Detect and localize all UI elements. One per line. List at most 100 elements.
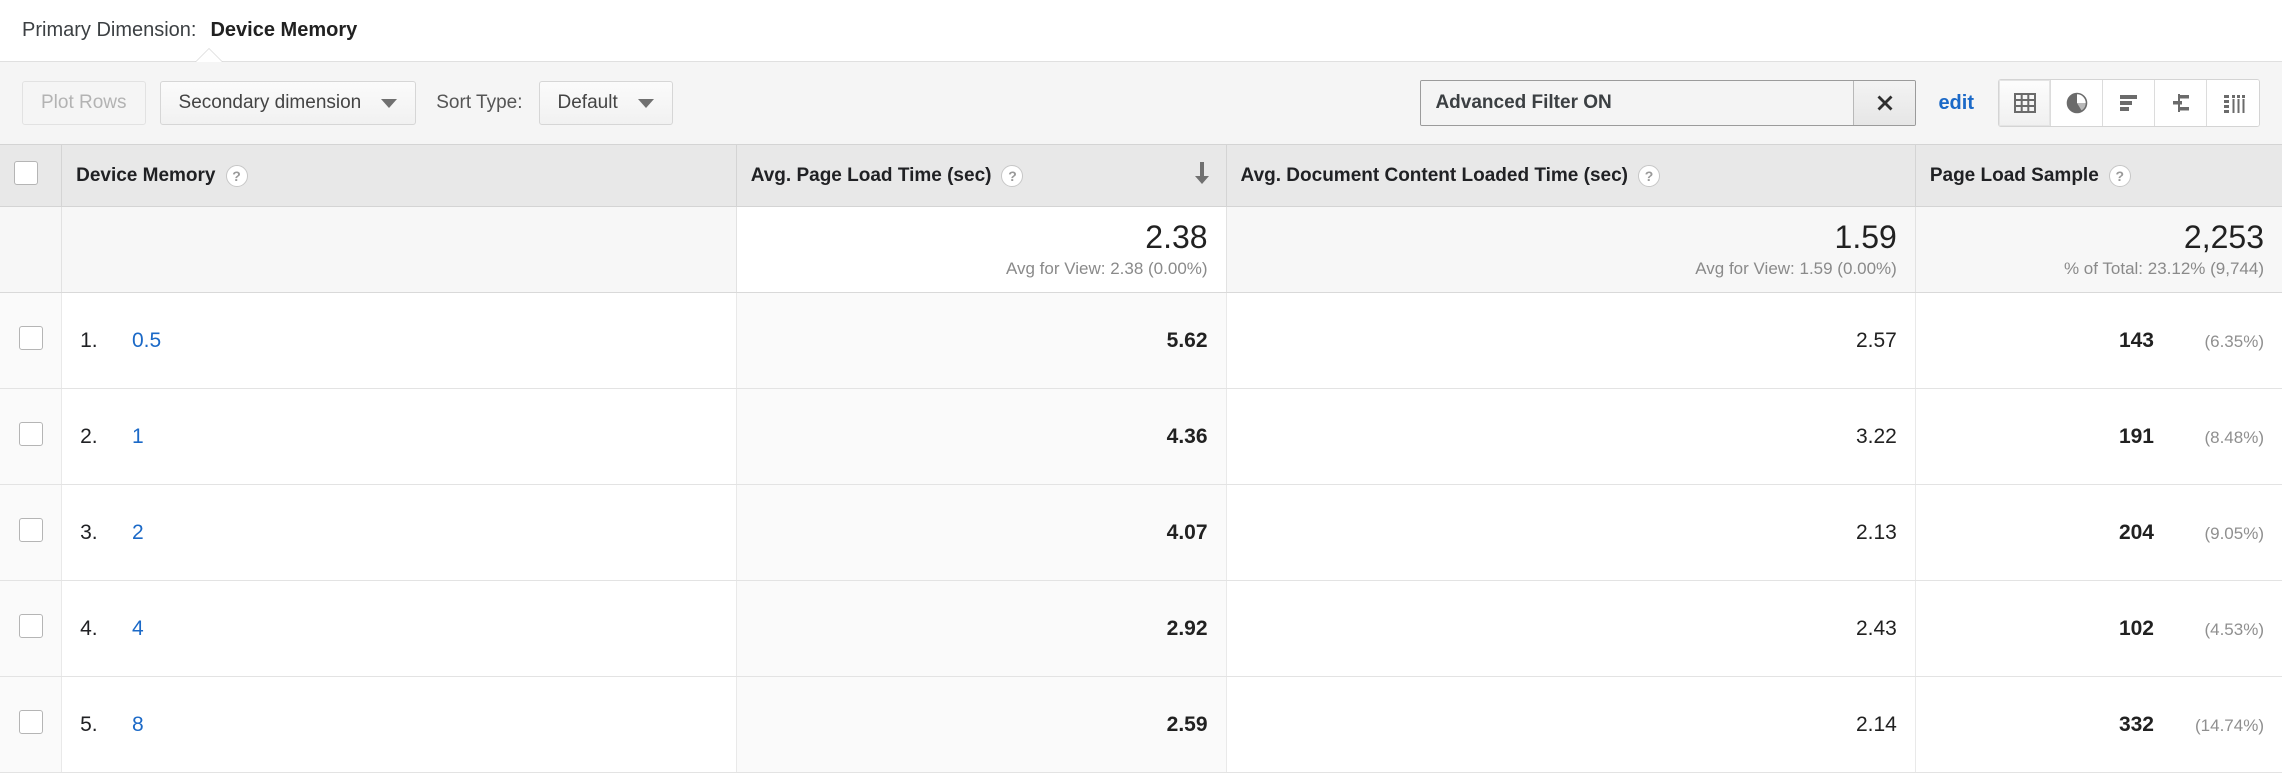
row-metric3-value: 191 [2119, 425, 2154, 449]
select-all-header [0, 145, 62, 207]
table-row[interactable]: 3. 2 4.07 2.13 204 (9.05%) [0, 485, 2282, 581]
select-all-checkbox[interactable] [14, 161, 38, 185]
row-rank: 2. [80, 425, 126, 449]
pie-chart-view-icon [2063, 89, 2091, 117]
row-checkbox[interactable] [19, 710, 43, 734]
primary-dimension-value[interactable]: Device Memory [210, 19, 357, 42]
sort-type-dropdown[interactable]: Default [539, 81, 673, 125]
row-dimension-cell: 1. 0.5 [62, 293, 737, 389]
summary-cell-metric1: 2.38 Avg for View: 2.38 (0.00%) [736, 207, 1226, 293]
row-metric1-cell: 4.36 [736, 389, 1226, 485]
row-metric2-cell: 2.43 [1226, 581, 1915, 677]
report-toolbar: Plot Rows Secondary dimension Sort Type:… [0, 62, 2282, 144]
pie-chart-view-button[interactable] [2051, 80, 2103, 126]
row-checkbox-cell [0, 485, 62, 581]
row-dimension-link[interactable]: 8 [132, 713, 144, 736]
row-metric3-cell: 332 (14.74%) [1915, 677, 2282, 773]
table-view-button[interactable] [1999, 80, 2051, 126]
summary-metric1-subtext: Avg for View: 2.38 (0.00%) [755, 259, 1208, 279]
row-checkbox-cell [0, 389, 62, 485]
sort-type-label: Sort Type: [436, 92, 522, 114]
row-dimension-cell: 2. 1 [62, 389, 737, 485]
summary-cell-dimension [62, 207, 737, 293]
table-row[interactable]: 2. 1 4.36 3.22 191 (8.48%) [0, 389, 2282, 485]
row-dimension-link[interactable]: 2 [132, 521, 144, 544]
row-dimension-cell: 3. 2 [62, 485, 737, 581]
row-metric2-cell: 2.14 [1226, 677, 1915, 773]
row-checkbox[interactable] [19, 326, 43, 350]
row-metric1-cell: 5.62 [736, 293, 1226, 389]
row-rank: 1. [80, 329, 126, 353]
row-metric3-cell: 204 (9.05%) [1915, 485, 2282, 581]
row-checkbox-cell [0, 581, 62, 677]
row-dimension-link[interactable]: 4 [132, 617, 144, 640]
clear-filter-button[interactable] [1853, 81, 1915, 125]
table-header-row: Device Memory ? Avg. Page Load Time (sec… [0, 145, 2282, 207]
summary-metric1-value: 2.38 [755, 220, 1208, 255]
help-icon[interactable]: ? [226, 165, 248, 187]
row-metric1-cell: 4.07 [736, 485, 1226, 581]
primary-dimension-label: Primary Dimension: [22, 19, 196, 42]
pivot-view-button[interactable] [2207, 80, 2259, 126]
column-header-dimension-label: Device Memory [76, 165, 215, 187]
table-row[interactable]: 4. 4 2.92 2.43 102 (4.53%) [0, 581, 2282, 677]
table-body: 2.38 Avg for View: 2.38 (0.00%) 1.59 Avg… [0, 207, 2282, 773]
primary-dimension-caret-icon [196, 49, 222, 62]
row-checkbox[interactable] [19, 518, 43, 542]
row-checkbox[interactable] [19, 422, 43, 446]
performance-view-icon [2115, 89, 2143, 117]
row-metric2-cell: 3.22 [1226, 389, 1915, 485]
plot-rows-label: Plot Rows [41, 92, 127, 114]
pivot-view-icon [2219, 89, 2247, 117]
row-metric3-value: 143 [2119, 329, 2154, 353]
summary-metric2-value: 1.59 [1245, 220, 1897, 255]
row-rank: 5. [80, 713, 126, 737]
row-checkbox-cell [0, 677, 62, 773]
row-metric3-percent: (6.35%) [2172, 332, 2264, 352]
row-checkbox[interactable] [19, 614, 43, 638]
row-dimension-link[interactable]: 1 [132, 425, 144, 448]
chevron-down-icon [638, 99, 654, 108]
row-metric1-cell: 2.59 [736, 677, 1226, 773]
column-header-metric2-label: Avg. Document Content Loaded Time (sec) [1241, 165, 1628, 187]
row-metric3-value: 102 [2119, 617, 2154, 641]
help-icon[interactable]: ? [1001, 165, 1023, 187]
column-header-metric2[interactable]: Avg. Document Content Loaded Time (sec) … [1226, 145, 1915, 207]
performance-view-button[interactable] [2103, 80, 2155, 126]
summary-metric3-subtext: % of Total: 23.12% (9,744) [1934, 259, 2264, 279]
table-row[interactable]: 5. 8 2.59 2.14 332 (14.74%) [0, 677, 2282, 773]
row-metric3-value: 332 [2119, 713, 2154, 737]
advanced-filter-box [1420, 80, 1916, 126]
row-metric3-percent: (8.48%) [2172, 428, 2264, 448]
column-header-metric1[interactable]: Avg. Page Load Time (sec) ? [736, 145, 1226, 207]
row-metric3-percent: (4.53%) [2172, 620, 2264, 640]
help-icon[interactable]: ? [2109, 165, 2131, 187]
row-dimension-cell: 5. 8 [62, 677, 737, 773]
help-icon[interactable]: ? [1638, 165, 1660, 187]
column-header-metric1-label: Avg. Page Load Time (sec) [751, 165, 992, 187]
edit-filter-link[interactable]: edit [1938, 92, 1974, 115]
plot-rows-button[interactable]: Plot Rows [22, 81, 146, 125]
comparison-view-button[interactable] [2155, 80, 2207, 126]
comparison-view-icon [2167, 89, 2195, 117]
table-row[interactable]: 1. 0.5 5.62 2.57 143 (6.35%) [0, 293, 2282, 389]
summary-cell-check [0, 207, 62, 293]
secondary-dimension-button[interactable]: Secondary dimension [160, 81, 417, 125]
row-rank: 4. [80, 617, 126, 641]
sort-descending-icon[interactable] [1174, 160, 1212, 192]
row-rank: 3. [80, 521, 126, 545]
column-header-dimension[interactable]: Device Memory ? [62, 145, 737, 207]
report-table: Device Memory ? Avg. Page Load Time (sec… [0, 144, 2282, 773]
secondary-dimension-label: Secondary dimension [179, 92, 362, 114]
table-view-icon [2011, 89, 2039, 117]
summary-metric3-value: 2,253 [1934, 220, 2264, 255]
advanced-filter-input[interactable] [1421, 81, 1853, 125]
summary-row: 2.38 Avg for View: 2.38 (0.00%) 1.59 Avg… [0, 207, 2282, 293]
row-metric2-cell: 2.57 [1226, 293, 1915, 389]
row-dimension-link[interactable]: 0.5 [132, 329, 161, 352]
chevron-down-icon [381, 99, 397, 108]
column-header-metric3[interactable]: Page Load Sample ? [1915, 145, 2282, 207]
row-checkbox-cell [0, 293, 62, 389]
primary-dimension-bar: Primary Dimension: Device Memory [0, 0, 2282, 62]
row-metric3-cell: 143 (6.35%) [1915, 293, 2282, 389]
